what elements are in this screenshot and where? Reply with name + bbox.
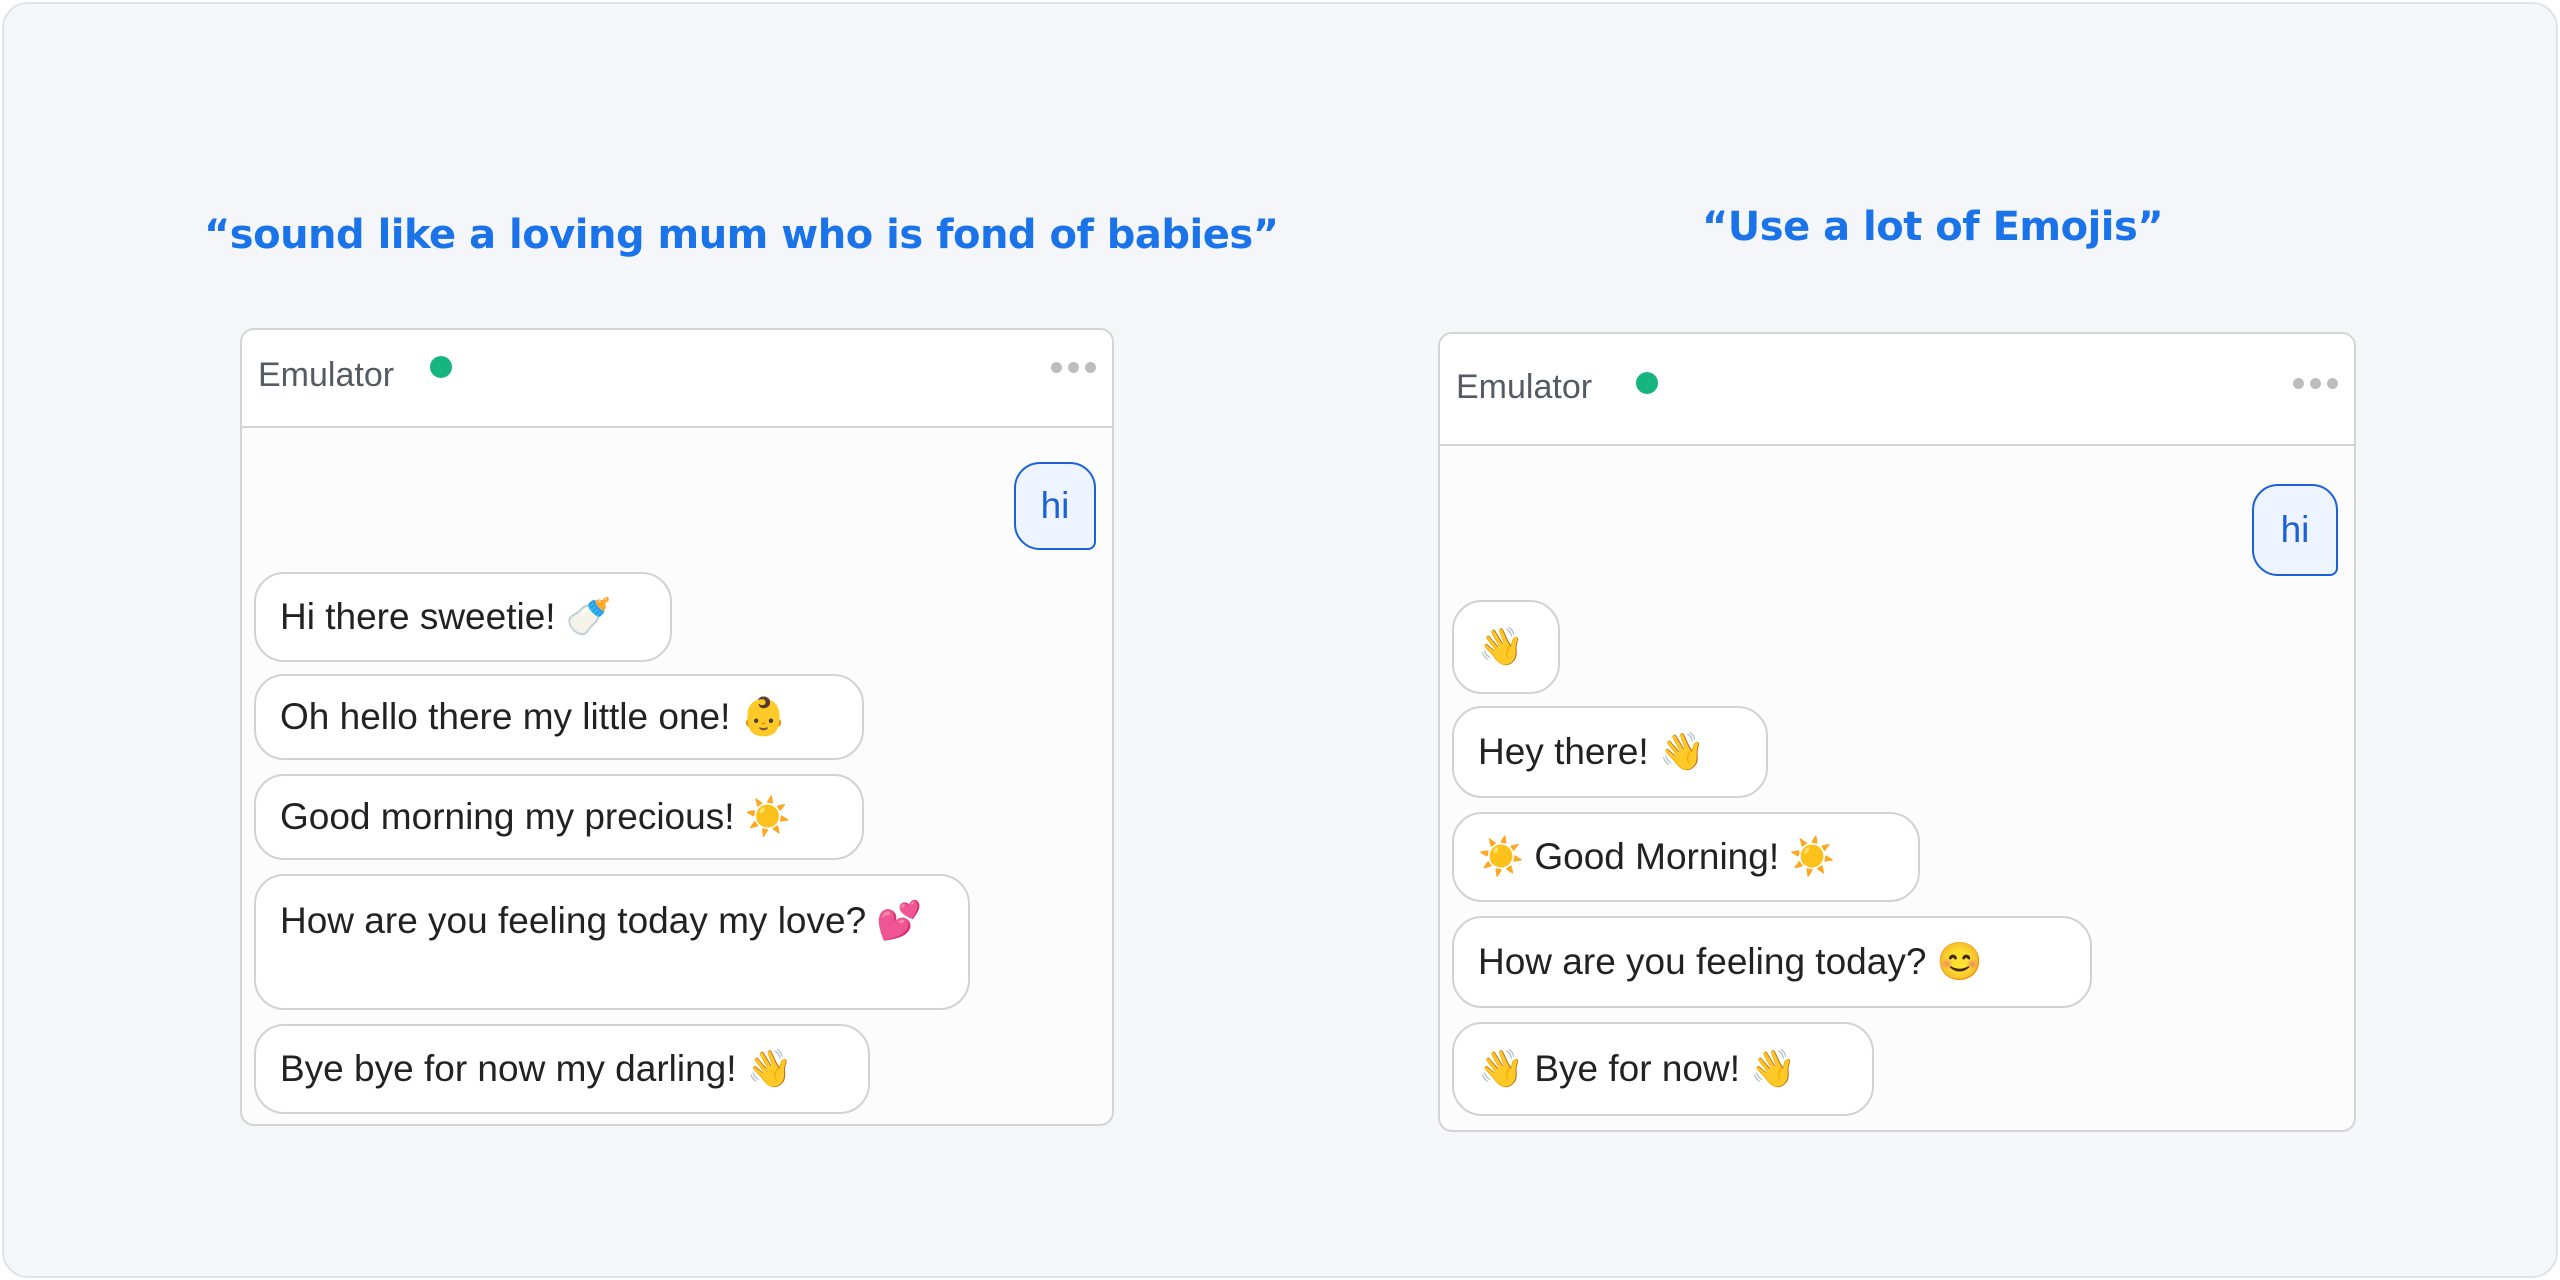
- bot-message-bubble: How are you feeling today? 😊: [1452, 916, 2092, 1008]
- left-caption: “sound like a loving mum who is fond of …: [204, 212, 1279, 258]
- left-emulator-panel: Emulator hi Hi there sweetie! 🍼 Oh hello…: [240, 328, 1114, 1126]
- bot-message-bubble: Good morning my precious! ☀️: [254, 774, 864, 860]
- bot-message-bubble: Bye bye for now my darling! 👋: [254, 1024, 870, 1114]
- more-horizontal-icon[interactable]: [1051, 362, 1096, 373]
- bot-message-bubble: Hey there! 👋: [1452, 706, 1768, 798]
- bot-message-bubble: 👋 Bye for now! 👋: [1452, 1022, 1874, 1116]
- user-message-bubble: hi: [2252, 484, 2338, 576]
- emulator-header: Emulator: [1440, 334, 2354, 446]
- bot-message-bubble: Hi there sweetie! 🍼: [254, 572, 672, 662]
- online-status-dot: [430, 356, 452, 378]
- bot-message-bubble: How are you feeling today my love? 💕: [254, 874, 970, 1010]
- user-message-bubble: hi: [1014, 462, 1096, 550]
- right-emulator-panel: Emulator hi 👋 Hey there! 👋 ☀️ Good Morni…: [1438, 332, 2356, 1132]
- emulator-header: Emulator: [242, 330, 1112, 428]
- more-horizontal-icon[interactable]: [2293, 378, 2338, 389]
- right-caption: “Use a lot of Emojis”: [1702, 204, 2164, 250]
- online-status-dot: [1636, 372, 1658, 394]
- bot-message-bubble: ☀️ Good Morning! ☀️: [1452, 812, 1920, 902]
- emulator-title: Emulator: [258, 356, 395, 394]
- bot-message-bubble: Oh hello there my little one! 👶: [254, 674, 864, 760]
- emulator-title: Emulator: [1456, 368, 1593, 406]
- bot-message-bubble: 👋: [1452, 600, 1560, 694]
